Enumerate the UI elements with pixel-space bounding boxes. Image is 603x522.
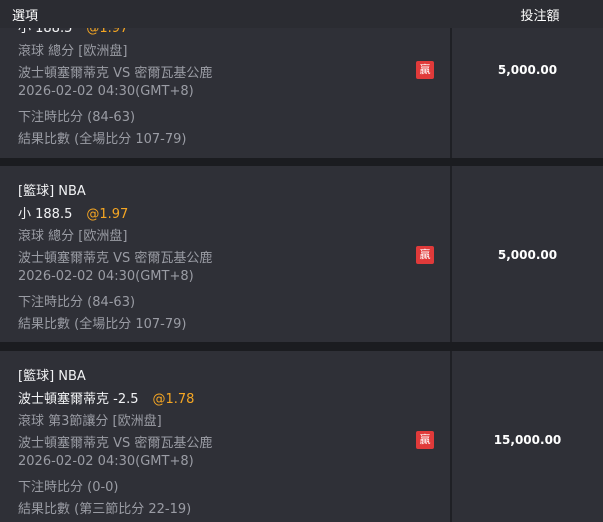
column-divider	[450, 6, 452, 158]
bet-market: 滾球 第3節讓分 [欧洲盘]	[18, 414, 162, 429]
table-header: 選項 投注額	[0, 0, 603, 28]
bet-amount: 15,000.00	[493, 433, 562, 447]
bet-odds: @1.97	[86, 207, 129, 222]
bet-time: 2026-02-02 04:30(GMT+8)	[18, 269, 194, 284]
bet-card: 小 188.5 @1.97 滾球 總分 [欧洲盘] 波士頓塞爾蒂克 VS 密爾瓦基…	[0, 6, 603, 158]
bet-time: 2026-02-02 04:30(GMT+8)	[18, 84, 194, 99]
bet-result-score: 結果比數 (全場比分 107-79)	[18, 317, 187, 332]
bet-title: [籃球] NBA	[18, 184, 86, 199]
bet-score-at-bet: 下注時比分 (0-0)	[18, 480, 119, 495]
bet-score-at-bet: 下注時比分 (84-63)	[18, 295, 136, 310]
win-badge: 贏	[416, 246, 434, 264]
bet-result-score: 結果比數 (第三節比分 22-19)	[18, 502, 192, 517]
bet-selection-label: 小 188.5	[18, 207, 73, 222]
bet-card: [籃球] NBA 小 188.5 @1.97 滾球 總分 [欧洲盘] 波士頓塞爾蒂…	[0, 166, 603, 342]
bet-score-at-bet: 下注時比分 (84-63)	[18, 110, 136, 125]
bet-selection: 小 188.5 @1.97	[18, 203, 128, 222]
column-header-option: 選項	[12, 9, 39, 24]
win-badge: 贏	[416, 61, 434, 79]
bet-amount: 5,000.00	[497, 63, 558, 77]
bet-selection-label: 波士頓塞爾蒂克 -2.5	[18, 392, 139, 407]
bet-match: 波士頓塞爾蒂克 VS 密爾瓦基公鹿	[18, 436, 213, 451]
bet-amount: 5,000.00	[497, 248, 558, 262]
bet-market: 滾球 總分 [欧洲盘]	[18, 229, 128, 244]
column-header-amount: 投注額	[520, 9, 560, 24]
bet-odds: @1.78	[152, 392, 195, 407]
bet-selection: 波士頓塞爾蒂克 -2.5 @1.78	[18, 388, 194, 407]
bet-result-score: 結果比數 (全場比分 107-79)	[18, 132, 187, 147]
bet-time: 2026-02-02 04:30(GMT+8)	[18, 454, 194, 469]
bet-card: [籃球] NBA 波士頓塞爾蒂克 -2.5 @1.78 滾球 第3節讓分 [欧洲盘…	[0, 351, 603, 522]
win-badge: 贏	[416, 431, 434, 449]
bet-match: 波士頓塞爾蒂克 VS 密爾瓦基公鹿	[18, 66, 213, 81]
bet-match: 波士頓塞爾蒂克 VS 密爾瓦基公鹿	[18, 251, 213, 266]
bet-title: [籃球] NBA	[18, 369, 86, 384]
bet-market: 滾球 總分 [欧洲盘]	[18, 44, 128, 59]
